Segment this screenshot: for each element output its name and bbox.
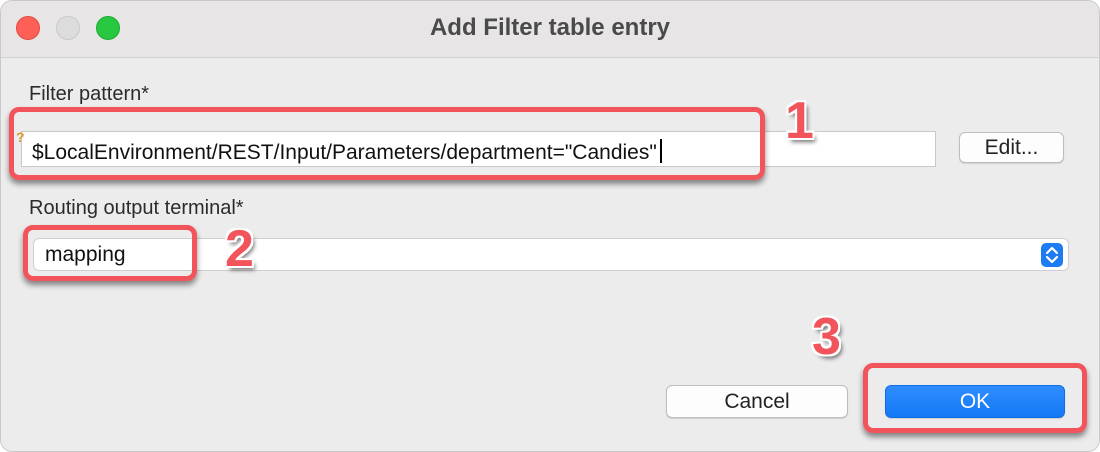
highlight-box-3 — [863, 363, 1087, 433]
routing-output-label: Routing output terminal* — [29, 197, 244, 219]
highlight-box-2 — [23, 225, 197, 281]
filter-pattern-label: Filter pattern* — [29, 83, 150, 105]
dialog-window: Add Filter table entry Filter pattern* ?… — [0, 0, 1100, 452]
step-number-2: 2 — [225, 220, 254, 278]
cancel-button[interactable]: Cancel — [666, 385, 848, 418]
edit-button[interactable]: Edit... — [959, 132, 1064, 163]
updown-chevron-icon[interactable] — [1041, 243, 1063, 267]
highlight-box-1 — [9, 107, 765, 180]
window-title: Add Filter table entry — [429, 14, 671, 41]
step-number-1: 1 — [785, 92, 814, 150]
title-bar[interactable]: Add Filter table entry — [1, 1, 1099, 58]
step-number-3: 3 — [812, 308, 841, 366]
